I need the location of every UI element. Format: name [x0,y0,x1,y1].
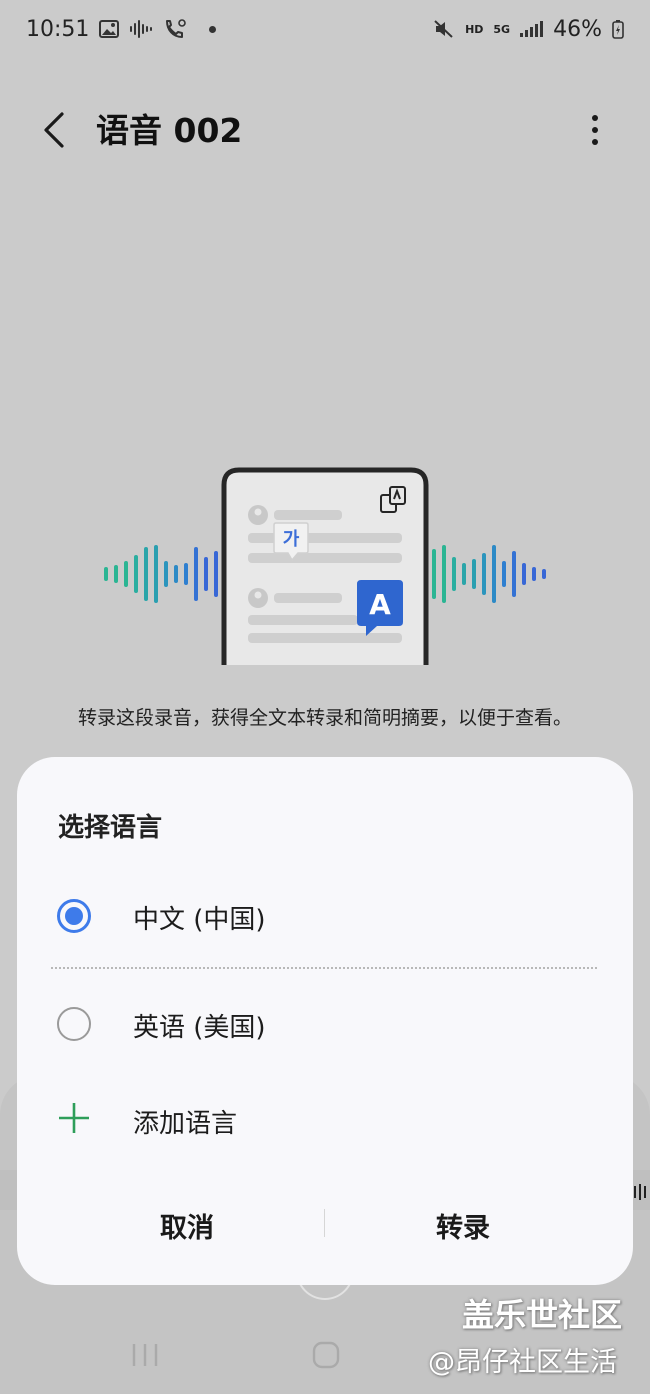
transcription-illustration: 가 A [104,467,546,665]
hd-badge: HD [465,22,484,36]
transcribe-description: 转录这段录音，获得全文本转录和简明摘要，以便于查看。 [77,707,572,729]
home-icon[interactable] [311,1340,341,1370]
divider [51,967,597,969]
korean-bubble-text: 가 [283,529,300,550]
notification-dot-icon [209,25,217,33]
language-select-dialog: 选择语言 中文 (中国) 英语 (美国) 添加语言 取消 转录 [17,757,633,1285]
dialog-actions: 取消 转录 [17,1197,633,1253]
radio-unselected-icon[interactable] [57,1007,91,1041]
voice-recorder-icon [130,20,153,38]
add-language-item[interactable]: 添加语言 [17,1079,633,1159]
add-language-label: 添加语言 [133,1109,238,1139]
playhead-icon [634,1184,646,1200]
wifi-call-icon [166,19,187,38]
status-time: 10:51 [26,16,90,42]
right-sound-wave [432,545,546,603]
plus-icon [59,1103,89,1133]
transcribe-button[interactable]: 转录 [313,1197,613,1253]
more-options-icon[interactable] [580,108,610,152]
cancel-button[interactable]: 取消 [37,1197,337,1253]
status-right: HD 5G 46% [433,17,624,42]
latin-bubble-text: A [369,588,391,621]
left-sound-wave [104,545,218,603]
watermark-author: @昂仔社区生活 [428,1347,617,1378]
dialog-title: 选择语言 [58,813,163,843]
battery-icon [612,20,624,39]
status-left: 10:51 [26,16,217,42]
battery-percent: 46% [553,16,602,42]
status-bar: 10:51 HD 5G 46% [0,0,650,58]
mute-icon [434,20,453,38]
watermark-community: 盖乐世社区 [462,1296,623,1334]
language-option-chinese[interactable]: 中文 (中国) [17,875,633,955]
back-arrow-icon[interactable] [36,108,76,152]
recent-apps-icon[interactable] [130,1340,160,1370]
language-option-label: 英语 (美国) [133,1013,266,1043]
gallery-icon [99,20,120,38]
radio-selected-icon[interactable] [57,899,91,933]
network-5g-badge: 5G [493,22,511,36]
language-option-label: 中文 (中国) [133,905,266,935]
app-header: 语音 002 [0,90,650,170]
signal-icon [520,21,544,37]
page-title: 语音 002 [96,111,243,150]
language-option-english[interactable]: 英语 (美国) [17,983,633,1063]
